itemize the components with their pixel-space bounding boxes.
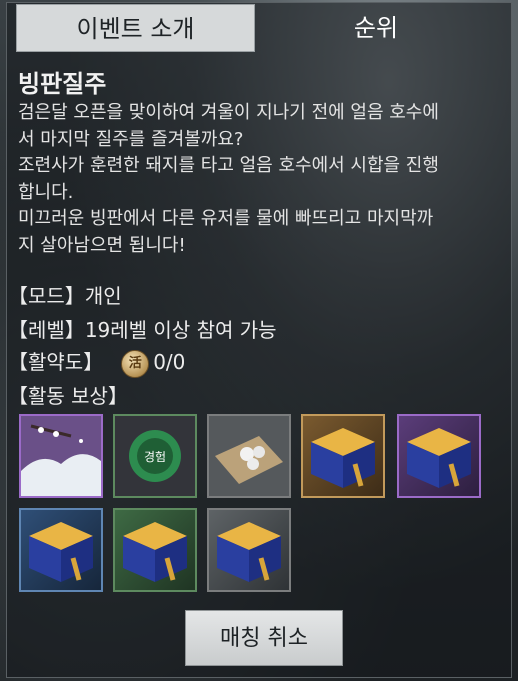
activity-label: 【활약도】	[8, 350, 104, 374]
pearls-on-cloth-icon	[209, 416, 289, 496]
reward-slot-4[interactable]	[301, 414, 385, 498]
reward-slot-5[interactable]	[397, 414, 481, 498]
level-row: 【레벨】19레벨 이상 참여 가능	[8, 314, 277, 343]
treasure-box-icon	[217, 522, 281, 582]
mode-row: 【모드】개인	[8, 280, 122, 309]
event-title: 빙판질주	[18, 70, 107, 98]
level-value: 19레벨 이상 참여 가능	[84, 318, 277, 342]
reward-slot-6[interactable]	[19, 508, 103, 592]
treasure-box-icon	[123, 522, 187, 582]
activity-value: 0/0	[153, 350, 186, 374]
reward-header: 【활동 보상】	[8, 380, 128, 409]
level-label: 【레벨】	[8, 318, 85, 342]
mode-value: 개인	[84, 284, 122, 308]
snowy-landscape-icon	[21, 416, 101, 496]
reward-slot-3[interactable]	[207, 414, 291, 498]
reward-slot-1[interactable]	[19, 414, 103, 498]
reward-slot-2[interactable]: 경험	[113, 414, 197, 498]
reward-label: 【활동 보상】	[8, 384, 128, 408]
activity-row: 【활약도】活 0/0	[8, 346, 185, 378]
reward-slot-7[interactable]	[113, 508, 197, 592]
experience-orb-icon: 경험	[115, 416, 195, 496]
cancel-matching-button[interactable]: 매칭 취소	[185, 610, 343, 666]
mode-label: 【모드】	[8, 284, 85, 308]
reward-slot-8[interactable]	[207, 508, 291, 592]
tab-ranking[interactable]: 순위	[258, 4, 494, 52]
treasure-box-icon	[407, 428, 471, 488]
tab-bar: 이벤트 소개 순위	[16, 4, 494, 52]
tab-event-intro[interactable]: 이벤트 소개	[16, 4, 255, 52]
experience-orb-label: 경험	[144, 450, 166, 464]
treasure-box-icon	[311, 428, 375, 488]
event-description: 검은달 오픈을 맞이하여 겨울이 지나기 전에 얼음 호수에 서 마지막 질주를…	[18, 102, 439, 256]
activity-coin-icon: 活	[121, 349, 150, 378]
treasure-box-icon	[29, 522, 93, 582]
